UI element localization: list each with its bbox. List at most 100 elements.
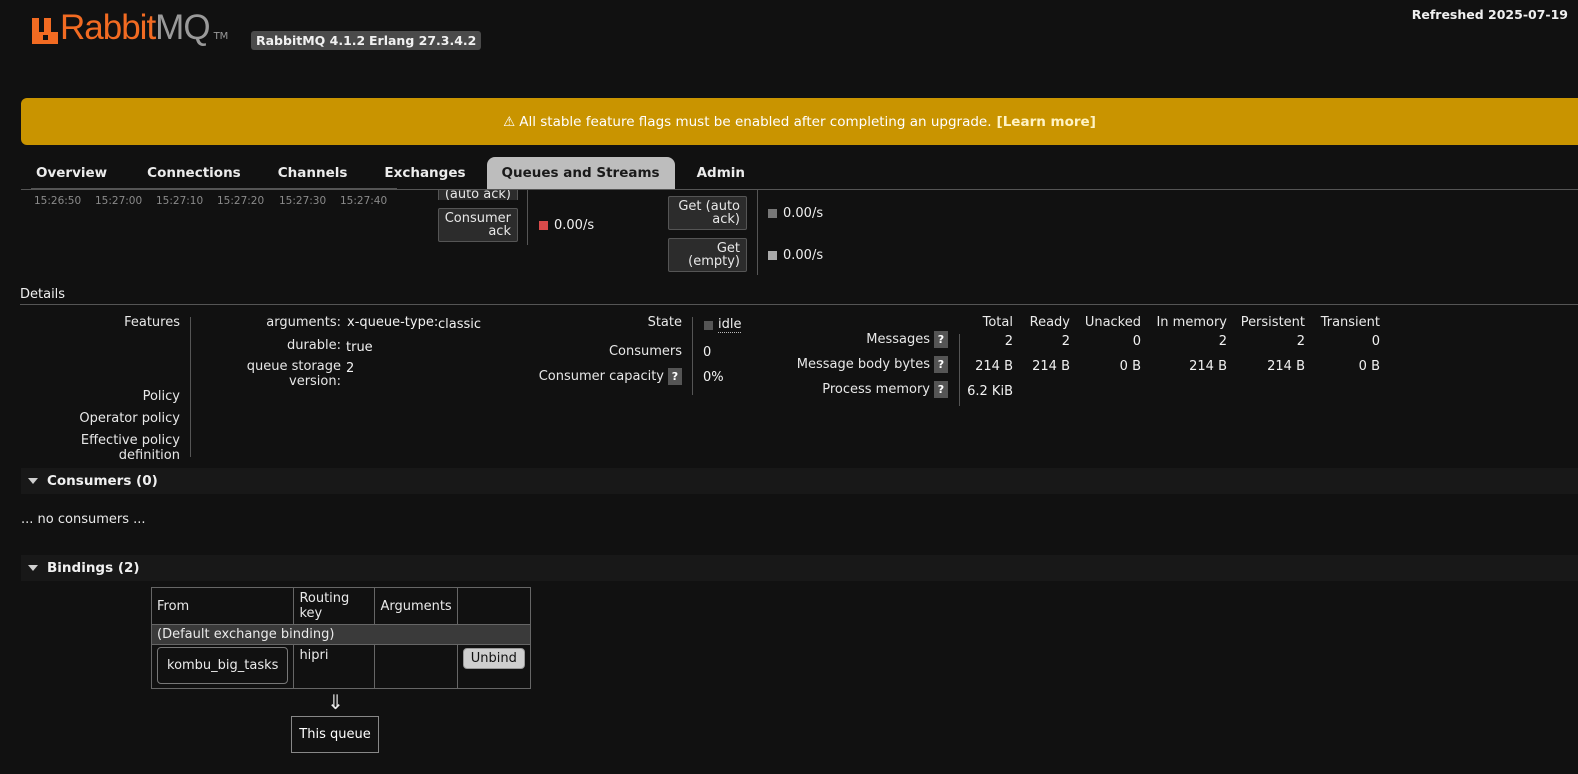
consumer-capacity-label: Consumer capacity bbox=[538, 369, 664, 384]
details-title: Details bbox=[20, 287, 66, 302]
messages-in-memory: 2 bbox=[1218, 334, 1227, 349]
tab-admin[interactable]: Admin bbox=[697, 157, 745, 189]
process-memory-total: 6.2 KiB bbox=[967, 384, 1013, 399]
tab-exchanges[interactable]: Exchanges bbox=[384, 157, 465, 189]
consumer-ack-button[interactable]: Consumer ack bbox=[438, 208, 518, 242]
bindings-section-toggle[interactable]: Bindings (2) bbox=[21, 555, 1578, 581]
messages-total: 2 bbox=[1004, 334, 1013, 349]
effective-policy-label: Effective policy definition bbox=[80, 433, 180, 463]
consumer-capacity-help-button[interactable]: ? bbox=[668, 368, 682, 385]
banner-text: All stable feature flags must be enabled… bbox=[519, 113, 992, 130]
legend-swatch bbox=[539, 221, 548, 230]
learn-more-link[interactable]: [Learn more] bbox=[997, 114, 1096, 130]
state-indicator bbox=[704, 320, 713, 330]
tab-connections[interactable]: Connections bbox=[147, 157, 241, 189]
rabbitmq-logo[interactable]: Rabbit MQ TM bbox=[32, 8, 228, 47]
tab-queues-and-streams[interactable]: Queues and Streams bbox=[486, 157, 675, 189]
this-queue-box: This queue bbox=[291, 716, 379, 753]
feature-arguments-value: classic bbox=[438, 317, 482, 332]
body-bytes-in-memory: 214 B bbox=[1189, 359, 1227, 374]
chart-time-tick: 15:27:00 bbox=[95, 195, 143, 207]
collapse-triangle-icon bbox=[28, 565, 38, 571]
feature-durable-key: durable: bbox=[286, 338, 341, 353]
rabbitmq-version-badge: RabbitMQ 4.1.2 bbox=[251, 31, 371, 50]
bindings-col-actions bbox=[456, 587, 531, 625]
rate-button-partial[interactable]: (auto ack) bbox=[438, 190, 518, 200]
get-auto-ack-button[interactable]: Get (auto ack) bbox=[668, 196, 747, 230]
chart-axis-line bbox=[31, 188, 397, 189]
default-binding-row: (Default exchange binding) bbox=[151, 624, 531, 645]
messages-persistent: 2 bbox=[1296, 334, 1305, 349]
chart-time-tick: 15:26:50 bbox=[34, 195, 82, 207]
binding-from-cell: kombu_big_tasks bbox=[150, 644, 295, 689]
tab-overview[interactable]: Overview bbox=[36, 157, 107, 189]
features-label: Features bbox=[124, 315, 180, 330]
logo-word-rabbit: Rabbit bbox=[60, 8, 156, 47]
col-persistent: Persistent bbox=[1240, 315, 1305, 330]
binding-arguments bbox=[374, 644, 458, 689]
feature-storage-version-value: 2 bbox=[346, 361, 355, 376]
process-memory-label: Process memory bbox=[822, 382, 930, 397]
messages-unacked: 0 bbox=[1132, 334, 1141, 349]
consumer-ack-rate: 0.00/s bbox=[539, 218, 594, 233]
col-ready: Ready bbox=[1029, 315, 1070, 330]
messages-help-button[interactable]: ? bbox=[934, 331, 948, 348]
feature-arguments-sub: x-queue-type: bbox=[347, 315, 439, 330]
table-row: kombu_big_tasks hipri Unbind bbox=[150, 644, 531, 689]
logo-word-mq: MQ bbox=[155, 8, 210, 47]
body-bytes-transient: 0 B bbox=[1358, 359, 1380, 374]
messages-transient: 0 bbox=[1371, 334, 1380, 349]
col-in-memory: In memory bbox=[1156, 315, 1227, 330]
feature-durable-value: true bbox=[346, 340, 373, 355]
get-auto-ack-rate: 0.00/s bbox=[768, 206, 823, 221]
binding-action-cell: Unbind bbox=[456, 644, 531, 689]
refreshed-timestamp[interactable]: Refreshed 2025-07-19 bbox=[1412, 7, 1568, 22]
chart-time-tick: 15:27:30 bbox=[279, 195, 327, 207]
body-bytes-total: 214 B bbox=[975, 359, 1013, 374]
col-unacked: Unacked bbox=[1084, 315, 1141, 330]
rabbitmq-logo-icon bbox=[32, 14, 58, 44]
state-value: idle bbox=[704, 317, 742, 333]
unbind-button[interactable]: Unbind bbox=[462, 648, 525, 669]
message-body-bytes-help-button[interactable]: ? bbox=[934, 356, 948, 373]
message-body-bytes-label: Message body bytes bbox=[796, 357, 930, 372]
main-nav-tabs: Overview Connections Channels Exchanges … bbox=[21, 157, 745, 189]
collapse-triangle-icon bbox=[28, 478, 38, 484]
chart-time-tick: 15:27:10 bbox=[156, 195, 204, 207]
chart-time-tick: 15:27:40 bbox=[340, 195, 388, 207]
consumers-section-toggle[interactable]: Consumers (0) bbox=[21, 468, 1578, 494]
body-bytes-persistent: 214 B bbox=[1267, 359, 1305, 374]
messages-row-label: Messages bbox=[866, 332, 930, 347]
consumers-value: 0 bbox=[703, 345, 712, 360]
chart-time-tick: 15:27:20 bbox=[217, 195, 265, 207]
bindings-section-title: Bindings (2) bbox=[47, 560, 140, 576]
body-bytes-unacked: 0 B bbox=[1119, 359, 1141, 374]
consumers-label: Consumers bbox=[608, 344, 682, 359]
legend-swatch bbox=[768, 251, 777, 260]
feature-storage-version-key: queue storage version: bbox=[246, 359, 341, 389]
default-binding-label: (Default exchange binding) bbox=[151, 624, 531, 645]
erlang-version-badge: Erlang 27.3.4.2 bbox=[364, 31, 482, 50]
divider bbox=[757, 190, 758, 275]
divider bbox=[692, 317, 693, 395]
legend-swatch bbox=[768, 209, 777, 218]
binding-routing-key: hipri bbox=[293, 644, 376, 689]
no-consumers-text: ... no consumers ... bbox=[21, 512, 146, 527]
exchange-link[interactable]: kombu_big_tasks bbox=[157, 647, 289, 684]
get-empty-rate: 0.00/s bbox=[768, 248, 823, 263]
process-memory-help-button[interactable]: ? bbox=[934, 381, 948, 398]
bindings-col-routing-key: Routing key bbox=[293, 587, 376, 625]
consumer-capacity-value: 0% bbox=[703, 370, 724, 385]
operator-policy-label: Operator policy bbox=[79, 411, 180, 426]
col-transient: Transient bbox=[1320, 315, 1380, 330]
divider bbox=[527, 190, 528, 245]
divider bbox=[190, 317, 191, 457]
get-empty-button[interactable]: Get (empty) bbox=[668, 238, 747, 272]
tab-underline bbox=[21, 189, 1578, 190]
bindings-col-from: From bbox=[150, 587, 295, 625]
tab-channels[interactable]: Channels bbox=[278, 157, 348, 189]
policy-label: Policy bbox=[142, 389, 180, 404]
body-bytes-ready: 214 B bbox=[1032, 359, 1070, 374]
upgrade-warning-banner: ⚠ All stable feature flags must be enabl… bbox=[21, 98, 1578, 145]
bindings-table: From Routing key Arguments (Default exch… bbox=[150, 587, 531, 689]
